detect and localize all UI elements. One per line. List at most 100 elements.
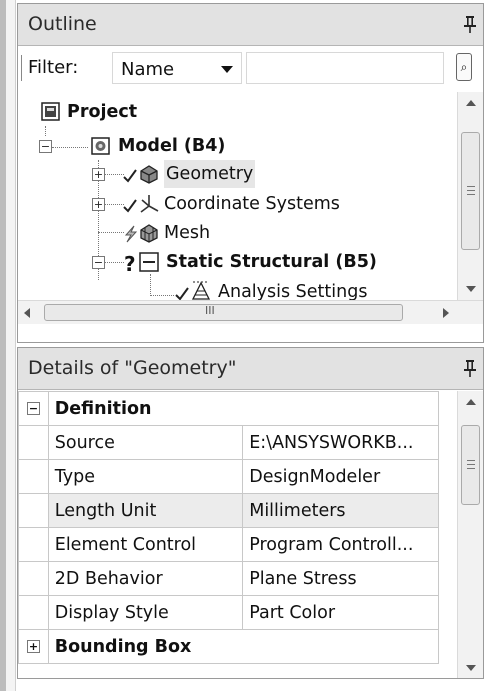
filter-input[interactable] — [246, 52, 444, 84]
analysis-system-icon — [139, 252, 159, 272]
property-row[interactable]: Length Unit Millimeters — [18, 493, 439, 528]
scroll-right-arrow-icon[interactable] — [443, 308, 449, 318]
tree-connector — [104, 262, 124, 263]
search-icon[interactable]: ⌕ — [456, 53, 472, 81]
property-row[interactable]: Source E:\ANSYSWORKB... — [18, 425, 439, 460]
grip-line — [467, 460, 475, 461]
row-gutter — [18, 595, 49, 630]
scroll-up-arrow-icon[interactable] — [466, 399, 476, 405]
row-gutter — [18, 493, 49, 528]
outline-vertical-scrollbar[interactable] — [457, 92, 483, 300]
property-row[interactable]: Type DesignModeler — [18, 459, 439, 494]
grip-line — [467, 186, 475, 187]
property-value[interactable]: Part Color — [242, 595, 439, 630]
filter-type-select[interactable]: Name — [112, 52, 242, 84]
group-row-bounding-box[interactable]: + Bounding Box — [18, 629, 440, 664]
property-row[interactable]: Element Control Program Controll... — [18, 527, 439, 562]
tree-connector — [52, 147, 88, 148]
question-mark-icon: ? — [124, 252, 136, 276]
group-label: Definition — [47, 391, 440, 426]
row-gutter — [18, 561, 49, 596]
property-value[interactable]: Plane Stress — [242, 561, 439, 596]
property-name: 2D Behavior — [47, 561, 244, 596]
project-icon — [41, 102, 60, 121]
property-value[interactable]: Millimeters — [242, 493, 439, 528]
tree-label: Model (B4) — [118, 136, 226, 156]
tree-label: Static Structural (B5) — [166, 252, 377, 272]
tree-label: Mesh — [164, 223, 211, 243]
property-value[interactable]: DesignModeler — [242, 459, 439, 494]
group-gutter: + — [18, 629, 49, 664]
model-icon — [91, 137, 110, 155]
tree-connector — [45, 126, 46, 136]
tree-connector — [104, 174, 124, 175]
tree-connector — [104, 204, 124, 205]
outline-header: Outline — [18, 4, 483, 46]
chevron-down-icon — [221, 66, 233, 73]
property-name: Type — [47, 459, 244, 494]
window-right-margin — [484, 0, 498, 691]
pin-icon[interactable] — [463, 358, 477, 378]
tree-connector — [150, 295, 174, 296]
scroll-up-arrow-icon[interactable] — [466, 100, 476, 106]
lightning-icon — [124, 225, 138, 243]
tree-label: Geometry — [164, 160, 256, 188]
grip-line — [467, 194, 475, 195]
property-row[interactable]: Display Style Part Color — [18, 595, 439, 630]
details-title: Details of "Geometry" — [28, 357, 237, 379]
expand-toggle[interactable]: + — [92, 168, 105, 181]
coordinate-axes-icon — [140, 195, 159, 213]
filter-row: Filter: Name ⌕ — [18, 47, 483, 89]
outline-tree: Project − Model (B4) + Geometry + Coordi… — [18, 92, 483, 324]
scroll-left-arrow-icon[interactable] — [24, 308, 30, 318]
property-value[interactable]: E:\ANSYSWORKB... — [242, 425, 439, 460]
property-name: Element Control — [47, 527, 244, 562]
filter-separator — [21, 55, 22, 81]
outline-title: Outline — [28, 13, 97, 35]
collapse-toggle[interactable]: − — [92, 256, 105, 269]
grip-line — [467, 190, 475, 191]
scroll-thumb[interactable]: III — [44, 304, 403, 321]
outline-panel: Outline Filter: Name ⌕ Project − Model (… — [17, 3, 484, 343]
group-gutter: − — [18, 391, 49, 426]
details-grid: − Definition Source E:\ANSYSWORKB... Typ… — [18, 391, 483, 678]
group-label: Bounding Box — [47, 629, 440, 664]
grip-text: III — [205, 304, 215, 317]
grip-line — [467, 468, 475, 469]
filter-label: Filter: — [28, 57, 79, 78]
property-name: Source — [47, 425, 244, 460]
grip-line — [467, 464, 475, 465]
row-gutter — [18, 459, 49, 494]
details-header: Details of "Geometry" — [18, 348, 483, 390]
property-table: − Definition Source E:\ANSYSWORKB... Typ… — [18, 391, 440, 664]
details-vertical-scrollbar[interactable] — [457, 391, 483, 678]
scroll-down-arrow-icon[interactable] — [466, 286, 476, 292]
row-gutter — [18, 425, 49, 460]
outline-horizontal-scrollbar[interactable]: III — [18, 300, 483, 324]
collapse-toggle[interactable]: − — [27, 402, 40, 415]
tree-label: Project — [67, 102, 138, 122]
tree-label: Coordinate Systems — [164, 194, 340, 214]
checkmark-icon — [123, 199, 137, 213]
scroll-thumb[interactable] — [461, 425, 480, 505]
property-value[interactable]: Program Controll... — [242, 527, 439, 562]
expand-toggle[interactable]: + — [92, 198, 105, 211]
geometry-icon — [140, 165, 158, 184]
scroll-thumb[interactable] — [461, 132, 480, 250]
property-name: Display Style — [47, 595, 244, 630]
row-gutter — [18, 527, 49, 562]
property-row[interactable]: 2D Behavior Plane Stress — [18, 561, 439, 596]
analysis-settings-icon — [191, 281, 211, 300]
details-panel: Details of "Geometry" − Definition Sourc… — [17, 347, 484, 679]
property-name: Length Unit — [47, 493, 244, 528]
tree-connector — [98, 232, 124, 233]
group-row-definition[interactable]: − Definition — [18, 391, 440, 426]
checkmark-icon — [123, 169, 137, 183]
pin-icon[interactable] — [463, 14, 477, 34]
mesh-icon — [140, 224, 158, 243]
filter-type-value: Name — [121, 59, 175, 80]
scroll-down-arrow-icon[interactable] — [466, 665, 476, 671]
collapse-toggle[interactable]: − — [39, 140, 52, 153]
tree-connector — [150, 274, 151, 296]
expand-toggle[interactable]: + — [27, 640, 40, 653]
